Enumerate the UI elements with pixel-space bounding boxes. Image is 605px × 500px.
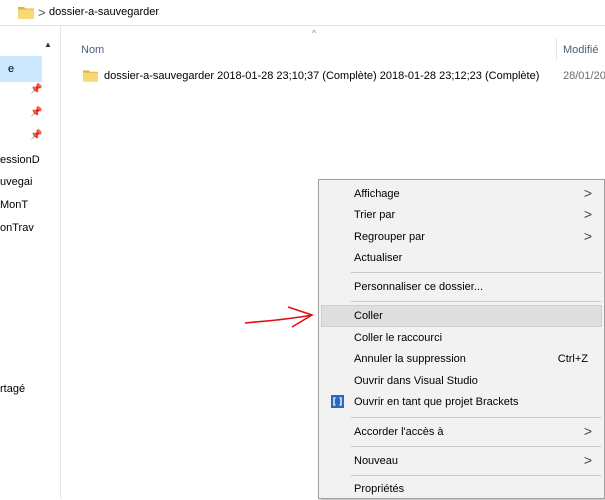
context-menu: Affichage > Trier par > Regrouper par > … [318, 179, 605, 499]
chevron-right-icon: > [583, 228, 592, 244]
folder-icon [18, 7, 34, 19]
menu-separator [351, 417, 601, 418]
nav-item[interactable]: e [0, 56, 42, 82]
menu-item-coller-raccourci[interactable]: Coller le raccourci [321, 327, 602, 349]
shortcut-label: Ctrl+Z [557, 353, 588, 365]
pin-icon: 📌 [30, 84, 43, 95]
menu-separator [351, 301, 601, 302]
menu-item-accorder-acces[interactable]: Accorder l'accès à > [321, 421, 602, 443]
pin-icon: 📌 [30, 130, 43, 141]
nav-item[interactable]: uvegai [0, 176, 32, 188]
file-modified: 28/01/20 [563, 70, 605, 82]
menu-item-visual-studio[interactable]: Ouvrir dans Visual Studio [321, 370, 602, 392]
chevron-right-icon: > [583, 206, 592, 222]
nav-item[interactable]: rtagé [0, 383, 25, 395]
nav-item[interactable]: essionD [0, 154, 40, 166]
nav-item[interactable]: MonT [0, 199, 28, 211]
scroll-up-icon[interactable]: ▲ [44, 40, 52, 49]
menu-item-personnaliser[interactable]: Personnaliser ce dossier... [321, 276, 602, 298]
red-arrow-annotation [244, 306, 314, 328]
chevron-right-icon: > [583, 423, 592, 439]
menu-separator [351, 272, 601, 273]
nav-item[interactable]: onTrav [0, 222, 34, 234]
menu-item-nouveau[interactable]: Nouveau > [321, 450, 602, 472]
menu-separator [351, 446, 601, 447]
breadcrumb-current[interactable]: dossier-a-sauvegarder [49, 6, 159, 18]
pin-icon: 📌 [30, 107, 43, 118]
menu-item-affichage[interactable]: Affichage > [321, 183, 602, 205]
menu-item-regrouper-par[interactable]: Regrouper par > [321, 226, 602, 248]
brackets-icon [331, 395, 344, 408]
column-header-name[interactable]: Nom [81, 44, 104, 56]
menu-item-proprietes[interactable]: Propriétés [321, 478, 602, 500]
navigation-pane: ▲ e 📌 📌 📌 essionD uvegai MonT onTrav rta… [0, 26, 61, 499]
chevron-right-icon: > [583, 185, 592, 201]
breadcrumb-separator[interactable]: > [38, 5, 46, 20]
file-name: dossier-a-sauvegarder 2018-01-28 23;10;3… [104, 70, 540, 82]
menu-item-brackets[interactable]: Ouvrir en tant que projet Brackets [321, 391, 602, 413]
menu-item-actualiser[interactable]: Actualiser [321, 247, 602, 269]
menu-item-annuler-suppression[interactable]: Annuler la suppression Ctrl+Z [321, 348, 602, 370]
chevron-right-icon: > [583, 452, 592, 468]
column-header-modified[interactable]: Modifié [563, 44, 598, 56]
address-bar[interactable]: > dossier-a-sauvegarder [0, 0, 605, 26]
menu-item-trier-par[interactable]: Trier par > [321, 204, 602, 226]
menu-separator [351, 475, 601, 476]
column-divider[interactable] [556, 38, 557, 60]
sort-ascending-icon: ^ [312, 28, 317, 38]
menu-item-coller[interactable]: Coller [321, 305, 602, 327]
folder-icon [83, 70, 98, 82]
